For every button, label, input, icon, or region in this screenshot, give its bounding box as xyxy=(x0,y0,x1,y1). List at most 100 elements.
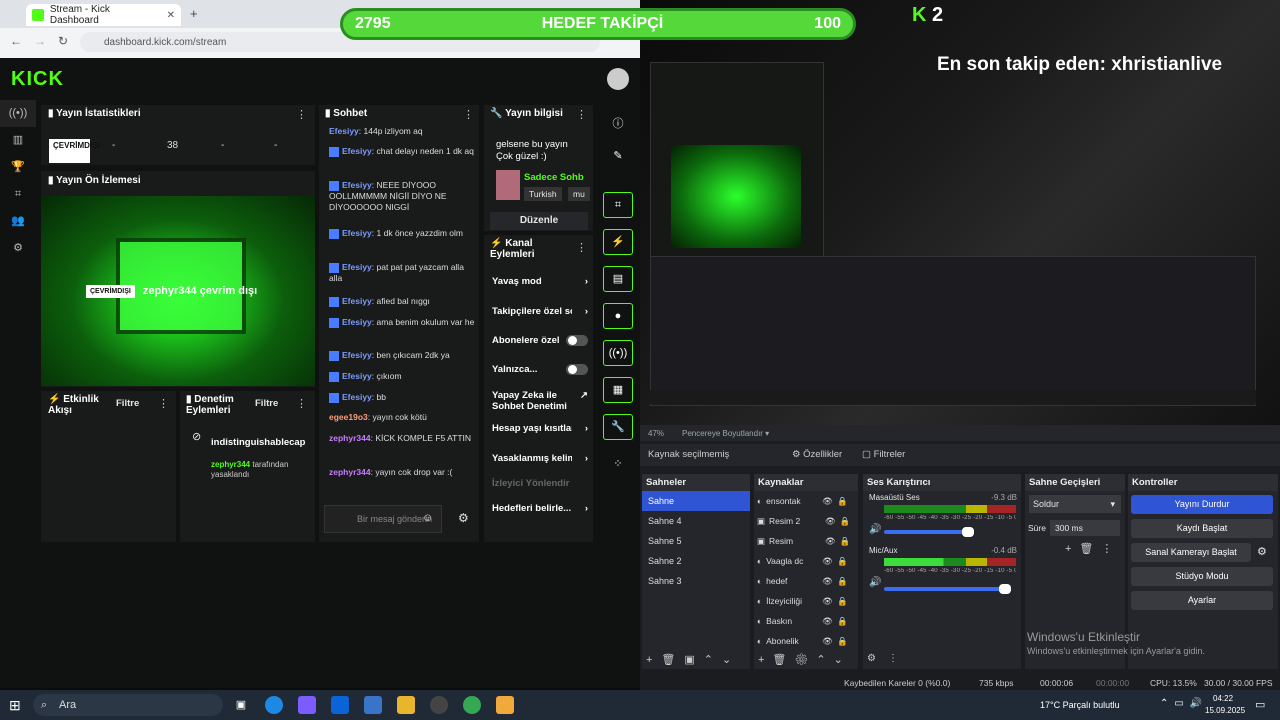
source-item[interactable]: ◐ Abonelik 👁 🔒 xyxy=(754,631,858,651)
speaker-icon[interactable]: 🔊 xyxy=(869,524,881,535)
users-icon[interactable]: 👥 xyxy=(0,208,36,235)
activity-menu-icon[interactable]: ⋮ xyxy=(158,397,169,410)
outlook-icon[interactable] xyxy=(331,696,349,714)
source-item[interactable]: ◐ Baskın 👁 🔒 xyxy=(754,611,858,631)
scene-item[interactable]: Sahne 3 xyxy=(642,571,750,591)
layout-icon[interactable]: ▦ xyxy=(603,377,633,403)
folder-icon[interactable] xyxy=(397,696,415,714)
trophy-icon[interactable]: 🏆 xyxy=(0,154,36,181)
zoom-level[interactable]: 47% xyxy=(648,429,664,438)
chat-bubble-icon[interactable]: ● xyxy=(603,303,633,329)
scene-item[interactable]: Sahne 4 xyxy=(642,511,750,531)
filters-button[interactable]: ▢ Filtreler xyxy=(862,449,905,460)
chrome-icon[interactable] xyxy=(463,696,481,714)
only-item[interactable]: Yalnızca... xyxy=(492,364,588,375)
stream-info-menu-icon[interactable]: ⋮ xyxy=(576,108,587,121)
stats-menu-icon[interactable]: ⋮ xyxy=(296,108,307,121)
speaker-icon[interactable]: 🔊 xyxy=(869,577,881,588)
clock-time[interactable]: 04:22 xyxy=(1213,694,1233,703)
banned-words-item[interactable]: Yasaklanmış kelimeler› xyxy=(492,453,588,464)
follower-goal-target: 100 xyxy=(814,15,841,32)
edit-button[interactable]: Düzenle xyxy=(490,212,588,230)
browser-tab[interactable]: Stream - Kick Dashboard ✕ xyxy=(26,4,181,26)
close-tab-icon[interactable]: ✕ xyxy=(167,10,175,21)
taskbar-search[interactable]: Ara xyxy=(33,694,223,716)
task-view-icon[interactable]: ▣ xyxy=(232,696,250,714)
source-item[interactable]: ◐ hedef 👁 🔒 xyxy=(754,571,858,591)
emoji-icon[interactable]: ☺ xyxy=(422,512,433,524)
scene-item[interactable]: Sahne xyxy=(642,491,750,511)
slow-mode-item[interactable]: Yavaş mod › xyxy=(492,276,588,287)
wrench-icon[interactable]: 🔧 xyxy=(603,414,633,440)
start-virtual-camera-button[interactable]: Sanal Kamerayı Başlat xyxy=(1131,543,1251,562)
weather[interactable]: 17°C Parçalı bulutlu xyxy=(1040,700,1120,710)
lightning-icon[interactable]: ⚡ xyxy=(603,229,633,255)
desktop-volume-slider[interactable] xyxy=(884,527,974,537)
properties-button[interactable]: ⚙ Özellikler xyxy=(792,449,842,460)
category-name[interactable]: Sadece Sohb xyxy=(524,172,584,183)
transition-select[interactable]: Soldur ▾ xyxy=(1029,495,1121,513)
info-icon[interactable]: ⓘ xyxy=(603,112,633,138)
followers-only-item[interactable]: Takipçilere özel sohbet› xyxy=(492,306,588,317)
chart-icon[interactable]: ▥ xyxy=(0,127,36,154)
transition-toolbar[interactable]: +🗑⋮ xyxy=(1065,542,1120,555)
account-age-item[interactable]: Hesap yaşı kısıtlama› xyxy=(492,423,588,434)
obs-icon[interactable] xyxy=(430,696,448,714)
activity-filter-button[interactable]: Filtre xyxy=(116,398,139,409)
edge-icon[interactable] xyxy=(265,696,283,714)
gear-icon[interactable]: ⚙ xyxy=(0,235,36,262)
reload-icon[interactable]: ↻ xyxy=(58,34,68,48)
scene-item[interactable]: Sahne 2 xyxy=(642,551,750,571)
subs-only-item[interactable]: Abonelere özel xyxy=(492,335,588,346)
kick-logo[interactable]: KICK xyxy=(11,68,64,91)
clip-icon[interactable]: ⌗ xyxy=(603,192,633,218)
back-icon[interactable]: ← xyxy=(10,34,22,48)
more-icon[interactable]: ⁘ xyxy=(603,452,633,478)
lock-icon: 🔒 xyxy=(836,556,848,566)
notification-icon[interactable]: ▭ xyxy=(1255,698,1265,711)
tray-icons[interactable]: ⌃▭🔊 xyxy=(1160,698,1208,709)
start-icon[interactable]: ⊞ xyxy=(9,697,21,714)
chat-settings-icon[interactable]: ⚙ xyxy=(458,511,469,525)
focus-icon[interactable]: ⌗ xyxy=(0,181,36,208)
source-item[interactable]: ▣ Resim 2 👁 🔒 xyxy=(754,511,858,531)
studio-mode-button[interactable]: Stüdyo Modu xyxy=(1131,567,1273,586)
ai-moderation-item[interactable]: Yapay Zeka ile Sohbet Denetimi ↗ xyxy=(492,390,588,412)
new-tab-icon[interactable]: + xyxy=(190,6,198,21)
pencil-icon[interactable]: ✎ xyxy=(603,144,633,170)
source-toolbar: Kaynak seçilmemiş ⚙ Özellikler ▢ Filtrel… xyxy=(640,444,1280,466)
duration-input[interactable]: 300 ms xyxy=(1050,520,1120,536)
chat-menu-icon[interactable]: ⋮ xyxy=(463,108,474,121)
clock-date[interactable]: 15.09.2025 xyxy=(1205,706,1245,715)
scene-item[interactable]: Sahne 5 xyxy=(642,531,750,551)
forward-icon[interactable]: → xyxy=(34,34,46,48)
fit-window-label[interactable]: Pencereye Boyutlandır ▾ xyxy=(682,429,769,438)
subs-only-toggle[interactable] xyxy=(566,335,588,346)
avatar[interactable] xyxy=(607,68,629,90)
settings-button[interactable]: Ayarlar xyxy=(1131,591,1273,610)
broadcast-icon[interactable]: ((•)) xyxy=(603,340,633,366)
source-toolbar-bottom[interactable]: +🗑⚙⌃⌄ xyxy=(758,653,851,666)
start-recording-button[interactable]: Kaydı Başlat xyxy=(1131,519,1273,538)
source-item[interactable]: ◐ Vaagla dc 👁 🔒 xyxy=(754,551,858,571)
set-goals-item[interactable]: Hedefleri belirle... › xyxy=(492,503,588,514)
source-item[interactable]: ▣ Resim 👁 🔒 xyxy=(754,531,858,551)
mixer-toolbar[interactable]: ⚙⋮ xyxy=(867,653,910,664)
broadcast-icon[interactable]: ((•)) xyxy=(0,100,36,127)
copilot-icon[interactable] xyxy=(298,696,316,714)
store-icon[interactable] xyxy=(364,696,382,714)
stop-stream-button[interactable]: Yayını Durdur xyxy=(1131,495,1273,514)
document-icon[interactable]: ▤ xyxy=(603,266,633,292)
kick-follow-counter: K 2 xyxy=(912,4,944,26)
scene-toolbar[interactable]: +🗑▣⌃⌄ xyxy=(646,653,740,666)
lock-icon: 🔒 xyxy=(836,616,848,626)
source-item[interactable]: ◐ İlzeyiciliği 👁 🔒 xyxy=(754,591,858,611)
only-toggle[interactable] xyxy=(566,364,588,375)
moderation-menu-icon[interactable]: ⋮ xyxy=(296,397,307,410)
app-icon[interactable] xyxy=(496,696,514,714)
moderation-filter-button[interactable]: Filtre xyxy=(255,398,278,409)
mic-volume-slider[interactable] xyxy=(884,584,1011,594)
channel-actions-menu-icon[interactable]: ⋮ xyxy=(576,241,587,254)
virtual-camera-settings-icon[interactable]: ⚙ xyxy=(1257,545,1267,558)
source-item[interactable]: ◐ ensontak 👁 🔒 xyxy=(754,491,858,511)
